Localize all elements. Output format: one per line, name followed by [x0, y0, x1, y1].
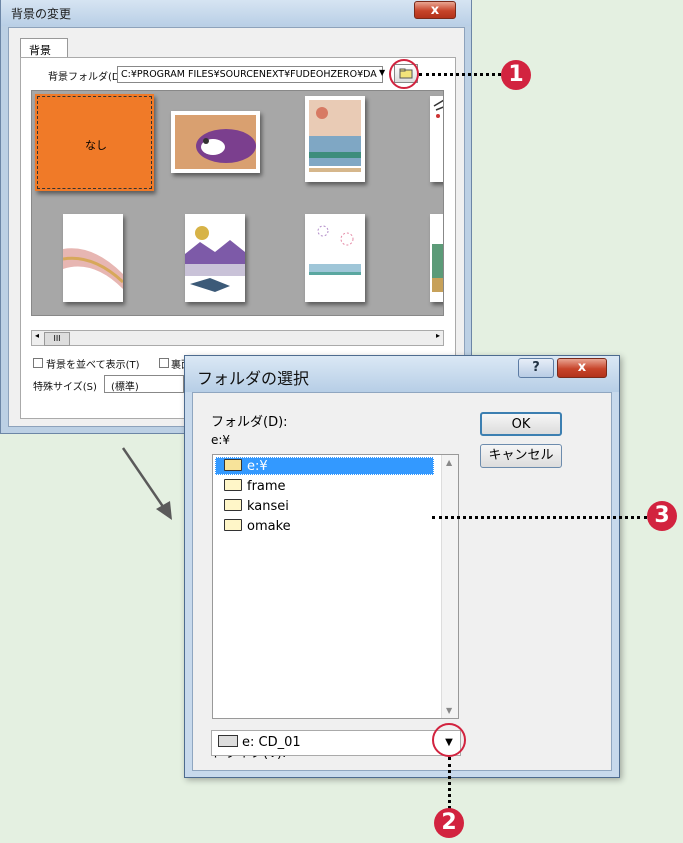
folder-item-root[interactable]: e:¥ [215, 457, 434, 475]
folder-label: フォルダ(D): [211, 415, 288, 430]
arrow-icon [121, 447, 172, 520]
thumbnail-mountains[interactable] [185, 214, 245, 302]
folder-path-combo[interactable]: C:¥PROGRAM FILES¥SOURCENEXT¥FUDEOHZERO¥D… [117, 66, 383, 83]
window-title: 背景の変更 [11, 7, 72, 21]
folder-icon [224, 479, 242, 491]
open-folder-icon [224, 459, 242, 471]
folder-item-omake[interactable]: omake [224, 518, 291, 536]
folder-item-label: kansei [247, 499, 289, 514]
folder-item-label: e:¥ [247, 459, 268, 474]
tile-background-label: 背景を並べて表示(T) [46, 360, 140, 371]
tile-background-checkbox[interactable] [33, 358, 43, 368]
thumbnail-landscape[interactable] [430, 214, 443, 302]
scroll-right-icon[interactable]: ▸ [436, 331, 440, 340]
dialog-body: フォルダ(D): e:¥ OK キャンセル e:¥ frame kansei o… [192, 392, 612, 771]
folder-list: e:¥ frame kansei omake ▲ ▼ [212, 454, 459, 719]
callout-line-3 [432, 516, 647, 519]
special-size-combo[interactable]: (標準) [104, 375, 184, 393]
folder-item-label: omake [247, 519, 291, 534]
title-bar: 背景の変更 x [1, 0, 471, 26]
chevron-down-icon[interactable]: ▼ [379, 68, 385, 77]
thumbnail-gallery: なし [31, 90, 444, 316]
tab-background[interactable]: 背景 [20, 38, 68, 58]
scroll-down-icon[interactable]: ▼ [446, 706, 452, 715]
thumbnail-sunrise[interactable] [305, 96, 365, 182]
landscape-picture [430, 214, 443, 302]
current-path: e:¥ [211, 433, 231, 447]
pink-wave-picture [62, 214, 125, 302]
close-button[interactable]: x [414, 1, 456, 19]
thumbnail-fireworks[interactable] [305, 214, 365, 302]
folder-item-frame[interactable]: frame [224, 478, 286, 496]
ok-button[interactable]: OK [480, 412, 562, 436]
folder-item-label: frame [247, 479, 286, 494]
callout-ring-1 [389, 59, 419, 89]
folder-select-dialog: フォルダの選択 ? x フォルダ(D): e:¥ OK キャンセル e:¥ fr… [184, 355, 620, 778]
callout-badge-2: 2 [434, 808, 464, 838]
sunrise-picture [305, 96, 365, 182]
special-size-value: (標準) [111, 382, 139, 393]
special-size-label: 特殊サイズ(S) [33, 382, 97, 393]
cancel-button[interactable]: キャンセル [480, 444, 562, 468]
bamboo-picture [430, 96, 443, 182]
folder-label: 背景フォルダ(D) [48, 72, 124, 83]
vertical-scrollbar[interactable]: ▲ ▼ [441, 455, 458, 718]
drive-select[interactable]: e: CD_01 [211, 730, 461, 756]
thumbnail-bamboo[interactable] [430, 96, 443, 182]
dialog-title: フォルダの選択 [197, 369, 310, 388]
folder-icon [224, 499, 242, 511]
callout-line-1 [419, 73, 501, 76]
fireworks-picture [305, 214, 365, 302]
dialog-close-button[interactable]: x [557, 358, 607, 378]
drive-icon [218, 735, 238, 747]
folder-item-kansei[interactable]: kansei [224, 498, 289, 516]
callout-line-2 [448, 757, 451, 809]
cow-picture [171, 111, 260, 173]
mountains-picture [185, 214, 245, 302]
folder-icon [224, 519, 242, 531]
help-button[interactable]: ? [518, 358, 554, 378]
callout-ring-2 [432, 723, 466, 757]
folder-path-value: C:¥PROGRAM FILES¥SOURCENEXT¥FUDEOHZERO¥D… [121, 69, 377, 80]
scroll-up-icon[interactable]: ▲ [446, 458, 452, 467]
thumbnail-cow[interactable] [171, 111, 260, 173]
scroll-thumb[interactable]: III [44, 332, 70, 346]
horizontal-scrollbar[interactable]: ◂ III ▸ [31, 330, 444, 346]
thumbnail-pink-wave[interactable] [62, 214, 125, 302]
callout-badge-1: 1 [501, 60, 531, 90]
thumbnail-none-label: なし [85, 139, 107, 152]
thumbnail-none[interactable]: なし [35, 94, 154, 191]
back-side-checkbox[interactable] [159, 358, 169, 368]
dialog-title-bar: フォルダの選択 ? x [185, 356, 619, 392]
callout-badge-3: 3 [647, 501, 677, 531]
drive-value: e: CD_01 [242, 735, 301, 750]
scroll-left-icon[interactable]: ◂ [35, 331, 39, 340]
